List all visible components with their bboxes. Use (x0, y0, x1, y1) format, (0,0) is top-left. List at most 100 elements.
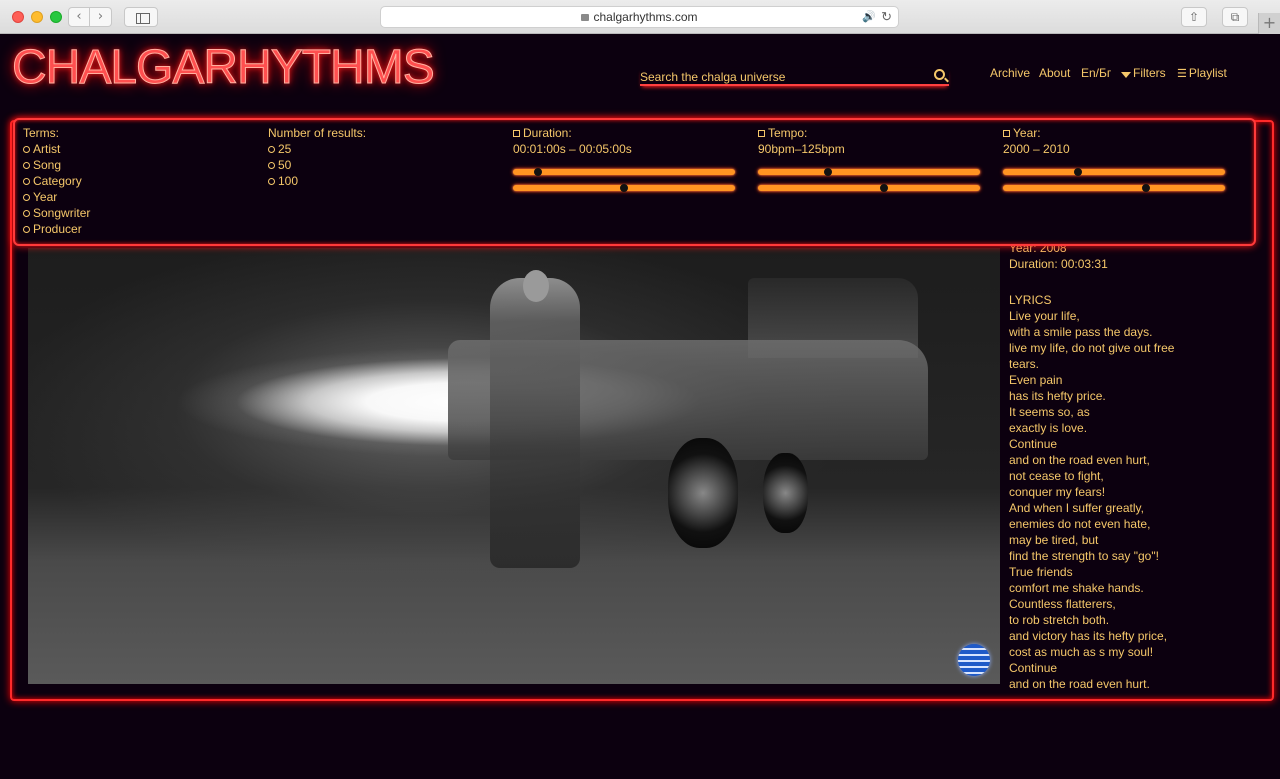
music-video-frame[interactable] (28, 248, 1000, 684)
terms-option-label: Artist (33, 142, 61, 156)
tempo-min-slider[interactable] (758, 168, 980, 176)
lyrics-line: enemies do not even hate, (1009, 517, 1151, 531)
slider-thumb[interactable] (879, 184, 888, 192)
video-front-wheel (668, 438, 738, 548)
terms-option-label: Producer (33, 222, 82, 236)
duration-filter: Duration: 00:01:00s – 00:05:00s (513, 125, 737, 192)
lock-icon (581, 14, 590, 21)
lyrics-line: Continue (1009, 661, 1058, 675)
tempo-max-slider[interactable] (758, 184, 980, 192)
duration-checkbox[interactable]: Duration: (513, 125, 737, 141)
show-tabs-button[interactable]: ⧉ (1222, 7, 1248, 27)
terms-option[interactable]: Song (23, 157, 90, 173)
checkbox-icon (758, 130, 765, 137)
slider-thumb[interactable] (620, 184, 628, 192)
terms-filter: Terms: Artist Song Category Year Songwriter P… (23, 125, 90, 237)
duration-label: Duration: (523, 126, 572, 140)
nav-filters-label: Filters (1133, 66, 1166, 80)
back-button[interactable]: ‹ (68, 7, 90, 27)
duration-range-value: 00:01:00s – 00:05:00s (513, 142, 632, 156)
terms-option[interactable]: Songwriter (23, 205, 90, 221)
results-count-option[interactable]: 100 (268, 173, 366, 189)
search-input[interactable] (640, 69, 920, 85)
terms-option[interactable]: Producer (23, 221, 90, 237)
lyrics-line: Even pain (1009, 373, 1063, 387)
lyrics-line: has its hefty price. (1009, 389, 1106, 403)
terms-label: Terms: (23, 126, 59, 140)
lyrics-line: and on the road even hurt. (1009, 677, 1150, 691)
slider-thumb[interactable] (534, 168, 543, 176)
year-max-slider[interactable] (1003, 184, 1225, 192)
lyrics-line: True friends (1009, 565, 1073, 579)
radio-icon (23, 146, 30, 153)
lyrics-line: not cease to fight, (1009, 469, 1104, 483)
filter-icon (1121, 72, 1131, 78)
nav-about-link[interactable]: About (1039, 66, 1070, 80)
maximize-window-button[interactable] (50, 11, 62, 23)
site-logo[interactable]: CHALGARHYTHMS (12, 40, 436, 96)
chevron-left-icon: ‹ (76, 9, 82, 24)
results-count-filter: Number of results: 25 50 100 (268, 125, 366, 189)
nav-archive-link[interactable]: Archive (990, 66, 1030, 80)
checkbox-icon (513, 130, 520, 137)
slider-thumb[interactable] (1073, 168, 1082, 176)
tabs-icon: ⧉ (1230, 10, 1240, 24)
lyrics-line: Live your life, (1009, 309, 1080, 323)
lyrics-line: to rob stretch both. (1009, 613, 1110, 627)
results-count-option[interactable]: 25 (268, 141, 366, 157)
browser-toolbar: ‹ › chalgarhythms.com 🔊 ↻ ⇧ ⧉ + (0, 0, 1280, 34)
nav-filters-link[interactable]: Filters (1121, 66, 1166, 80)
speaker-icon[interactable]: 🔊 (862, 7, 876, 27)
address-bar[interactable]: chalgarhythms.com 🔊 ↻ (380, 6, 899, 28)
radio-icon (23, 194, 30, 201)
year-filter: Year: 2000 – 2010 (1003, 125, 1227, 192)
lyrics-line: And when I suffer greatly, (1009, 501, 1144, 515)
search-icon[interactable] (934, 69, 945, 80)
terms-option[interactable]: Year (23, 189, 90, 205)
year-min-slider[interactable] (1003, 168, 1225, 176)
lyrics-line: find the strength to say "go"! (1009, 549, 1159, 563)
duration-max-slider[interactable] (513, 184, 735, 192)
reload-icon[interactable]: ↻ (881, 7, 892, 27)
page: CHALGARHYTHMS Archive About En/Бг Filter… (0, 34, 1280, 779)
close-window-button[interactable] (12, 11, 24, 23)
lyrics-line: with a smile pass the days. (1009, 325, 1153, 339)
chevron-right-icon: › (97, 9, 104, 24)
results-count-label: Number of results: (268, 126, 367, 140)
tempo-range-value: 90bpm–125bpm (758, 142, 845, 156)
duration-min-slider[interactable] (513, 168, 735, 176)
lyrics-text: Live your life, with a smile pass the day… (1009, 308, 1249, 692)
tempo-label: Tempo: (768, 126, 808, 140)
forward-button[interactable]: › (90, 7, 112, 27)
lyrics-line: comfort me shake hands. (1009, 581, 1144, 595)
new-tab-button[interactable]: + (1258, 13, 1280, 34)
share-button[interactable]: ⇧ (1181, 7, 1207, 27)
video-figure-head (523, 270, 549, 302)
radio-icon (268, 146, 275, 153)
lyrics-line: cost as much as s my soul! (1009, 645, 1154, 659)
slider-thumb[interactable] (1142, 184, 1151, 192)
slider-thumb[interactable] (824, 168, 833, 176)
year-checkbox[interactable]: Year: (1003, 125, 1227, 141)
sidebar-toggle-button[interactable] (124, 7, 158, 27)
radio-icon (23, 162, 30, 169)
lyrics-line: Continue (1009, 437, 1058, 451)
tempo-checkbox[interactable]: Tempo: (758, 125, 982, 141)
share-icon: ⇧ (1188, 10, 1200, 24)
minimize-window-button[interactable] (31, 11, 43, 23)
radio-icon (268, 162, 275, 169)
terms-option[interactable]: Category (23, 173, 90, 189)
lyrics-line: conquer my fears! (1009, 485, 1106, 499)
lyrics-line: live my life, do not give out free (1009, 341, 1175, 355)
radio-icon (23, 226, 30, 233)
terms-option-label: Songwriter (33, 206, 91, 220)
nav-playlist-link[interactable]: ☰ Playlist (1177, 66, 1227, 80)
radio-icon (23, 210, 30, 217)
results-count-option-label: 25 (278, 142, 292, 156)
results-count-option[interactable]: 50 (268, 157, 366, 173)
terms-option-label: Year (33, 190, 58, 204)
terms-option[interactable]: Artist (23, 141, 90, 157)
song-info-panel: Year: 2008 Duration: 00:03:31 LYRICS Liv… (1009, 240, 1249, 692)
language-toggle[interactable]: En/Бг (1081, 66, 1111, 80)
radio-icon (23, 178, 30, 185)
